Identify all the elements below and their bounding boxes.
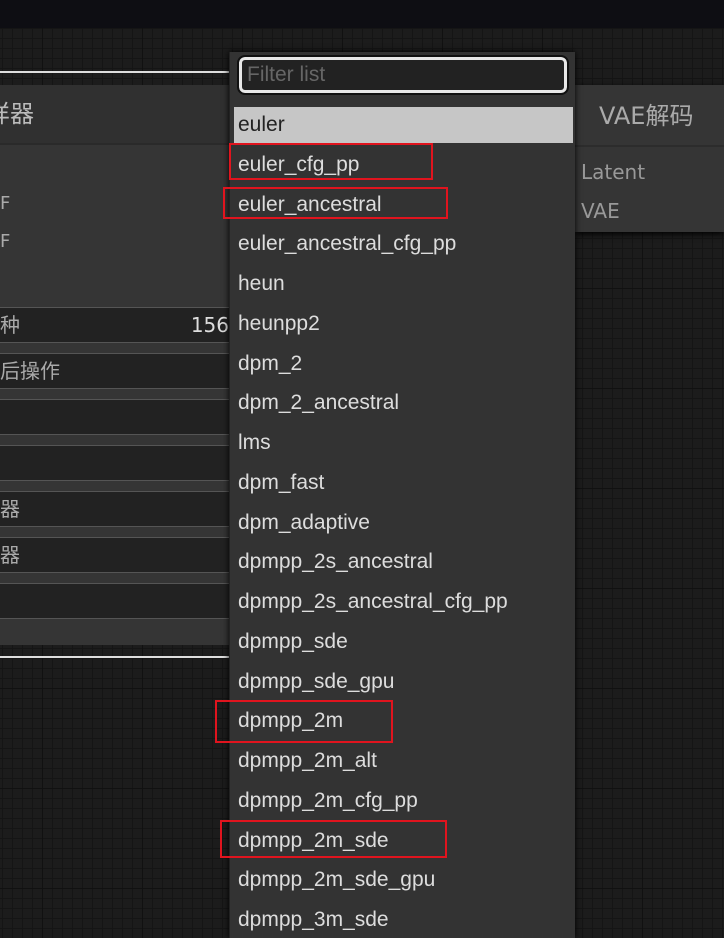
highlight-box-dpmpp-2m-sde — [220, 820, 447, 858]
input-latent[interactable]: Latent — [581, 160, 645, 184]
dropdown-item-dpm-adaptive[interactable]: dpm_adaptive — [234, 505, 573, 541]
vae-decode-node[interactable]: VAE解码 Latent VAE — [575, 85, 724, 232]
widget-label: 器 — [0, 497, 20, 521]
node-widget[interactable]: 后操作 — [0, 353, 232, 389]
dropdown-item-dpmpp-2s-ancestral-cfg-pp[interactable]: dpmpp_2s_ancestral_cfg_pp — [234, 584, 573, 620]
widget-label: 器 — [0, 543, 20, 567]
dropdown-item-dpm-2[interactable]: dpm_2 — [234, 346, 573, 382]
vae-node-title: VAE解码 — [575, 85, 724, 147]
dropdown-item-euler-ancestral-cfg-pp[interactable]: euler_ancestral_cfg_pp — [234, 226, 573, 262]
dropdown-item-heun[interactable]: heun — [234, 266, 573, 302]
highlight-box-dpmpp-2m — [215, 700, 393, 743]
highlight-box-euler-ancestral — [223, 187, 448, 219]
node-title: 样器 — [0, 85, 232, 145]
node-widget[interactable] — [0, 399, 232, 435]
highlight-box-euler-cfg-pp — [229, 143, 433, 180]
dropdown-item-dpmpp-2m-cfg-pp[interactable]: dpmpp_2m_cfg_pp — [234, 783, 573, 819]
node-port: F — [0, 231, 11, 252]
widget-label: 后操作 — [0, 359, 60, 383]
widget-label: 种 — [0, 313, 20, 337]
dropdown-item-euler[interactable]: euler — [234, 107, 573, 143]
dropdown-item-dpmpp-sde-gpu[interactable]: dpmpp_sde_gpu — [234, 664, 573, 700]
dropdown-item-heunpp2[interactable]: heunpp2 — [234, 306, 573, 342]
node-widget[interactable]: 器 — [0, 537, 232, 573]
node-selection-outline-bottom — [0, 656, 230, 658]
dropdown-item-dpmpp-3m-sde[interactable]: dpmpp_3m_sde — [234, 902, 573, 938]
dropdown-item-dpmpp-2s-ancestral[interactable]: dpmpp_2s_ancestral — [234, 544, 573, 580]
top-bar — [0, 0, 724, 28]
dropdown-item-dpm-2-ancestral[interactable]: dpm_2_ancestral — [234, 385, 573, 421]
dropdown-item-lms[interactable]: lms — [234, 425, 573, 461]
dropdown-item-dpmpp-2m-sde-gpu[interactable]: dpmpp_2m_sde_gpu — [234, 862, 573, 898]
input-vae[interactable]: VAE — [581, 199, 620, 223]
dropdown-item-dpmpp-2m-alt[interactable]: dpmpp_2m_alt — [234, 743, 573, 779]
sampler-dropdown-menu[interactable]: eulereuler_cfg_ppeuler_ancestraleuler_an… — [229, 52, 575, 938]
node-widget[interactable]: 种 156 — [0, 307, 232, 343]
node-widget[interactable] — [0, 583, 232, 619]
node-widget[interactable]: 器 — [0, 491, 232, 527]
dropdown-item-dpmpp-sde[interactable]: dpmpp_sde — [234, 624, 573, 660]
node-port: F — [0, 193, 11, 214]
filter-list-input[interactable] — [237, 55, 569, 95]
node-widget[interactable] — [0, 445, 232, 481]
widget-value: 156 — [190, 313, 229, 337]
dropdown-item-dpm-fast[interactable]: dpm_fast — [234, 465, 573, 501]
node-selection-outline-top — [0, 71, 230, 73]
node-title-text: 样器 — [0, 100, 34, 128]
